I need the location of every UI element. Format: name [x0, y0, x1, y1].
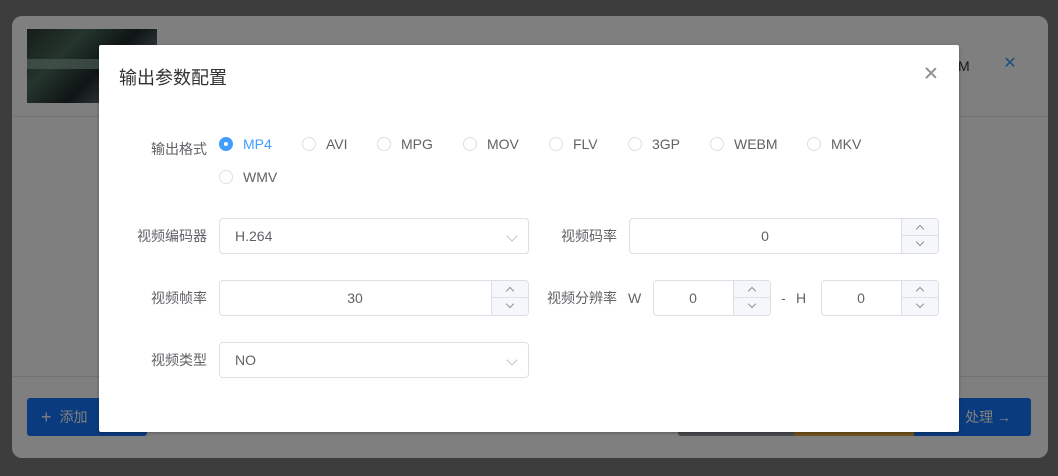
video-codec-value: H.264 [235, 228, 273, 244]
resolution-height-value: 0 [857, 290, 865, 306]
stepper [901, 281, 939, 315]
format-radio-mkv[interactable]: MKV [807, 134, 861, 154]
format-radio-mp4[interactable]: MP4 [219, 134, 272, 154]
chevron-up-icon [747, 286, 757, 296]
video-resolution-label: 视频分辨率 [547, 290, 617, 306]
radio-icon [807, 137, 821, 151]
video-framerate-label: 视频帧率 [151, 290, 207, 306]
format-option-label: MP4 [243, 136, 272, 152]
chevron-up-icon [505, 286, 515, 296]
resolution-width-value: 0 [689, 290, 697, 306]
format-radio-flv[interactable]: FLV [549, 134, 598, 154]
format-radio-mpg[interactable]: MPG [377, 134, 433, 154]
chevron-down-icon [915, 299, 925, 309]
video-framerate-input[interactable]: 30 [219, 280, 529, 316]
format-option-label: MKV [831, 136, 862, 152]
video-bitrate-label: 视频码率 [561, 228, 617, 244]
format-option-label: AVI [326, 136, 348, 152]
radio-icon [549, 137, 563, 151]
format-option-label: MOV [487, 136, 519, 152]
format-radio-mov[interactable]: MOV [463, 134, 519, 154]
format-option-label: 3GP [652, 136, 681, 152]
radio-icon [710, 137, 724, 151]
output-settings-dialog: 输出参数配置 输出格式 MP4 AVI MPG MOV FLV 3GP WEBM… [99, 45, 959, 432]
height-label: H [796, 290, 807, 306]
format-radio-wmv[interactable]: WMV [219, 167, 277, 187]
video-type-select[interactable]: NO [219, 342, 529, 378]
resolution-width-input[interactable]: 0 [653, 280, 771, 316]
format-option-label: FLV [573, 136, 598, 152]
resolution-separator: - [781, 290, 786, 306]
format-label: 输出格式 [151, 141, 207, 157]
dialog-title: 输出参数配置 [119, 68, 227, 88]
decrement-button[interactable] [902, 298, 939, 315]
radio-icon [302, 137, 316, 151]
format-option-label: WEBM [734, 136, 778, 152]
decrement-button[interactable] [492, 298, 529, 315]
radio-icon [463, 137, 477, 151]
radio-checked-icon [219, 137, 233, 151]
chevron-down-icon [915, 237, 925, 247]
video-codec-label: 视频编码器 [137, 228, 207, 244]
chevron-up-icon [915, 224, 925, 234]
decrement-button[interactable] [902, 236, 939, 253]
width-label: W [628, 290, 642, 306]
increment-button[interactable] [902, 219, 939, 236]
video-framerate-value: 30 [347, 290, 363, 306]
close-icon[interactable] [923, 65, 939, 81]
video-bitrate-value: 0 [761, 228, 769, 244]
increment-button[interactable] [902, 281, 939, 298]
increment-button[interactable] [734, 281, 771, 298]
video-bitrate-input[interactable]: 0 [629, 218, 939, 254]
format-radio-avi[interactable]: AVI [302, 134, 348, 154]
format-option-label: MPG [401, 136, 433, 152]
video-type-value: NO [235, 352, 256, 368]
video-type-label: 视频类型 [151, 352, 207, 368]
resolution-height-input[interactable]: 0 [821, 280, 939, 316]
chevron-down-icon [506, 230, 518, 242]
increment-button[interactable] [492, 281, 529, 298]
video-codec-select[interactable]: H.264 [219, 218, 529, 254]
decrement-button[interactable] [734, 298, 771, 315]
stepper [901, 219, 939, 253]
stepper [491, 281, 529, 315]
chevron-down-icon [505, 299, 515, 309]
format-radio-3gp[interactable]: 3GP [628, 134, 680, 154]
stepper [733, 281, 771, 315]
chevron-down-icon [747, 299, 757, 309]
chevron-up-icon [915, 286, 925, 296]
radio-icon [628, 137, 642, 151]
radio-icon [377, 137, 391, 151]
chevron-down-icon [506, 354, 518, 366]
format-option-label: WMV [243, 169, 278, 185]
format-radio-webm[interactable]: WEBM [710, 134, 778, 154]
radio-icon [219, 170, 233, 184]
